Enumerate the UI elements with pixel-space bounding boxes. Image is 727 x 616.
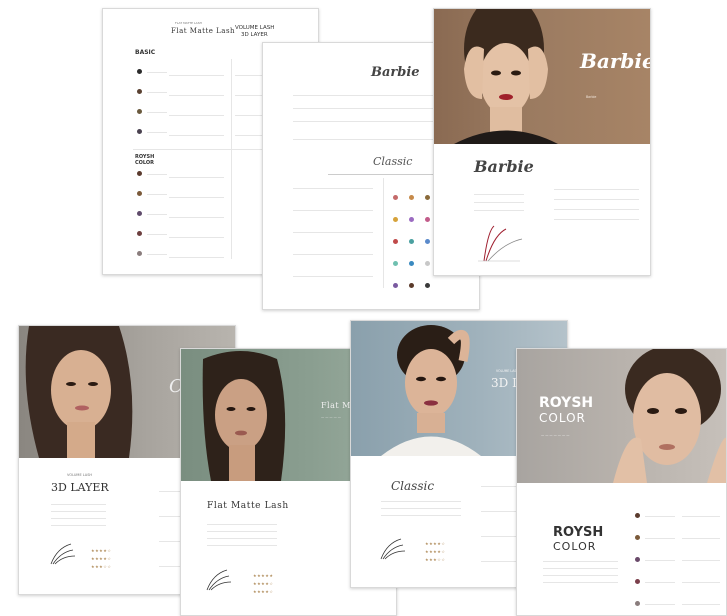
bottom3-rating-3: ★★★☆☆	[425, 557, 446, 562]
roysh-color-label-line	[147, 174, 167, 175]
swatch-label-line	[645, 516, 675, 517]
swatch-spec-line	[682, 516, 720, 517]
roysh-color-dot	[137, 251, 142, 256]
swatch-label-line	[645, 538, 675, 539]
bottom2-rating-1: ★★★★★	[253, 573, 274, 578]
basic-color-label-line	[147, 112, 167, 113]
basic-color-label-line	[147, 132, 167, 133]
roysh-swatch-dot	[635, 535, 640, 540]
spec-row-line	[293, 276, 373, 277]
basic-color-dot	[137, 129, 142, 134]
sheet1-subtitle: FLAT MATTE LASH	[175, 21, 202, 25]
spec-row-line	[293, 188, 373, 189]
lash-fan-icon	[50, 543, 76, 565]
sheet1-title-left: Flat Matte Lash	[171, 27, 236, 35]
sheet2-color-dot	[409, 239, 414, 244]
sheet2-barbie-logo: Barbie	[371, 65, 420, 80]
basic-color-label-line	[147, 72, 167, 73]
roysh-color-dot	[137, 231, 142, 236]
swatch-label-line	[645, 582, 675, 583]
roysh-color-label-line	[147, 194, 167, 195]
lash-fan-icon-2	[206, 569, 232, 591]
swatch-label-line	[645, 560, 675, 561]
photo-tagline: Barbie	[586, 95, 597, 99]
spec-row-line	[169, 75, 224, 76]
sheet2-color-dot	[409, 217, 414, 222]
spec-row-line	[169, 95, 224, 96]
sheet1-title-right-2: 3D LAYER	[241, 32, 268, 38]
bottom4-photo-title-1: ROYSH	[539, 395, 594, 411]
catalog-sheet-barbie-photo: Barbie Barbie Barbie	[433, 8, 651, 276]
bottom1-rating-3: ★★★☆☆	[91, 564, 112, 569]
roysh-swatch-dot	[635, 557, 640, 562]
sheet2-color-dot	[393, 239, 398, 244]
sheet2-color-dot	[393, 283, 398, 288]
spec-row-line	[169, 135, 224, 136]
bottom4-panel-title-2: COLOR	[553, 540, 597, 553]
roysh-color-label-line	[147, 214, 167, 215]
swatch-label-line	[645, 604, 675, 605]
roysh-swatch-dot	[635, 579, 640, 584]
bottom2-rating-3: ★★★★☆	[253, 589, 274, 594]
bottom1-title: 3D LAYER	[51, 481, 109, 494]
sheet2-color-dot	[425, 261, 430, 266]
sheet2-color-dot	[425, 239, 430, 244]
bottom2-rating-2: ★★★★☆	[253, 581, 274, 586]
sheet2-color-dot	[393, 261, 398, 266]
roysh-model-photo: ROYSH COLOR — — — — — — —	[517, 349, 726, 483]
spec-row-line	[293, 210, 373, 211]
photo-barbie-logo: Barbie	[580, 49, 650, 73]
sheet2-color-dot	[393, 195, 398, 200]
spec-row-line	[169, 197, 224, 198]
swatch-spec-line	[682, 560, 720, 561]
sheet2-color-dot	[409, 195, 414, 200]
roysh-label-2: COLOR	[135, 160, 155, 166]
roysh-color-dot	[137, 211, 142, 216]
sheet2-classic-title: Classic	[373, 155, 413, 168]
bottom4-photo-title-2: COLOR	[539, 411, 586, 425]
roysh-swatch-dot	[635, 513, 640, 518]
panel-barbie-logo: Barbie	[474, 157, 534, 176]
spec-row-line	[169, 115, 224, 116]
swatch-spec-line	[682, 582, 720, 583]
lash-curve-diagram	[478, 225, 523, 262]
model-silhouette	[454, 9, 558, 144]
roysh-color-label-line	[147, 254, 167, 255]
roysh-color-dot	[137, 191, 142, 196]
spec-row-line	[169, 177, 224, 178]
basic-color-dot	[137, 89, 142, 94]
basic-color-dot	[137, 109, 142, 114]
swatch-spec-line	[682, 538, 720, 539]
spec-row-line	[293, 254, 373, 255]
barbie-model-photo: Barbie Barbie	[434, 9, 650, 144]
basic-color-dot	[137, 69, 142, 74]
bottom1-subtitle: VOLUME LASH	[67, 473, 93, 477]
bottom3-classic-title: Classic	[391, 479, 435, 493]
sheet1-title-right-1: VOLUME LASH	[235, 25, 275, 31]
bottom4-panel-title-1: ROYSH	[553, 525, 604, 540]
sheet2-color-dot	[425, 217, 430, 222]
bottom1-rating-2: ★★★★☆	[91, 556, 112, 561]
lash-fan-icon-3	[380, 538, 406, 560]
spec-row-line	[169, 237, 224, 238]
sheet2-color-dot	[393, 217, 398, 222]
bottom1-rating-1: ★★★★☆	[91, 548, 112, 553]
basic-color-label-line	[147, 92, 167, 93]
basic-label: BASIC	[135, 49, 156, 56]
spec-row-line	[169, 257, 224, 258]
roysh-swatch-dot	[635, 601, 640, 606]
roysh-color-dot	[137, 171, 142, 176]
bottom3-rating-2: ★★★★☆	[425, 549, 446, 554]
catalog-sheet-roysh-color: ROYSH COLOR — — — — — — — ROYSH COLOR	[516, 348, 727, 616]
sheet2-color-dot	[409, 261, 414, 266]
spec-row-line	[169, 217, 224, 218]
swatch-spec-line	[682, 604, 720, 605]
bottom3-rating-1: ★★★★☆	[425, 541, 446, 546]
roysh-color-label-line	[147, 234, 167, 235]
sheet2-color-dot	[409, 283, 414, 288]
spec-row-line	[293, 232, 373, 233]
sheet2-color-dot	[425, 283, 430, 288]
sheet2-color-dot	[425, 195, 430, 200]
bottom2-title: Flat Matte Lash	[207, 501, 289, 511]
